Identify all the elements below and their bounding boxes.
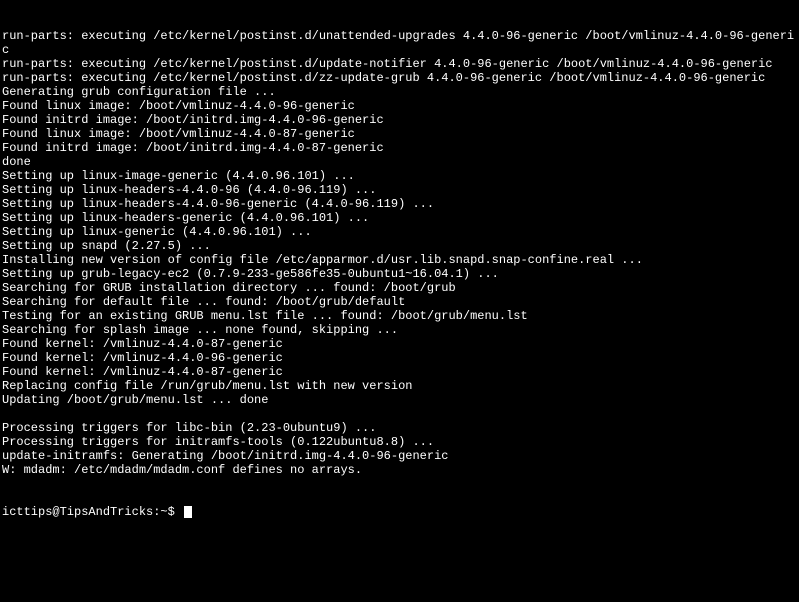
terminal-line: W: mdadm: /etc/mdadm/mdadm.conf defines …: [2, 463, 797, 477]
terminal-output[interactable]: run-parts: executing /etc/kernel/postins…: [0, 0, 799, 534]
terminal-line: Replacing config file /run/grub/menu.lst…: [2, 379, 797, 393]
terminal-line: Searching for GRUB installation director…: [2, 281, 797, 295]
terminal-line: Setting up linux-headers-generic (4.4.0.…: [2, 211, 797, 225]
terminal-line: Setting up linux-headers-4.4.0-96 (4.4.0…: [2, 183, 797, 197]
terminal-line: Setting up linux-generic (4.4.0.96.101) …: [2, 225, 797, 239]
terminal-line: done: [2, 155, 797, 169]
terminal-line: Processing triggers for initramfs-tools …: [2, 435, 797, 449]
terminal-line: run-parts: executing /etc/kernel/postins…: [2, 29, 797, 57]
terminal-line: Found linux image: /boot/vmlinuz-4.4.0-8…: [2, 127, 797, 141]
terminal-line: Found kernel: /vmlinuz-4.4.0-96-generic: [2, 351, 797, 365]
terminal-line: Setting up linux-headers-4.4.0-96-generi…: [2, 197, 797, 211]
terminal-line: Setting up snapd (2.27.5) ...: [2, 239, 797, 253]
terminal-line: Setting up linux-image-generic (4.4.0.96…: [2, 169, 797, 183]
terminal-line: run-parts: executing /etc/kernel/postins…: [2, 71, 797, 85]
terminal-line: Testing for an existing GRUB menu.lst fi…: [2, 309, 797, 323]
terminal-line: Found linux image: /boot/vmlinuz-4.4.0-9…: [2, 99, 797, 113]
terminal-line: Found kernel: /vmlinuz-4.4.0-87-generic: [2, 365, 797, 379]
terminal-line: run-parts: executing /etc/kernel/postins…: [2, 57, 797, 71]
terminal-line: Searching for splash image ... none foun…: [2, 323, 797, 337]
terminal-line: Updating /boot/grub/menu.lst ... done: [2, 393, 797, 407]
terminal-line: Searching for default file ... found: /b…: [2, 295, 797, 309]
terminal-line: Found kernel: /vmlinuz-4.4.0-87-generic: [2, 337, 797, 351]
terminal-line: Found initrd image: /boot/initrd.img-4.4…: [2, 113, 797, 127]
terminal-line: Found initrd image: /boot/initrd.img-4.4…: [2, 141, 797, 155]
terminal-line: Generating grub configuration file ...: [2, 85, 797, 99]
terminal-line: Installing new version of config file /e…: [2, 253, 797, 267]
terminal-line: Setting up grub-legacy-ec2 (0.7.9-233-ge…: [2, 267, 797, 281]
terminal-line: [2, 407, 797, 421]
shell-prompt: icttips@TipsAndTricks:~$: [2, 505, 182, 519]
prompt-line[interactable]: icttips@TipsAndTricks:~$: [2, 505, 797, 519]
terminal-line: update-initramfs: Generating /boot/initr…: [2, 449, 797, 463]
cursor: [184, 506, 192, 518]
terminal-line: Processing triggers for libc-bin (2.23-0…: [2, 421, 797, 435]
